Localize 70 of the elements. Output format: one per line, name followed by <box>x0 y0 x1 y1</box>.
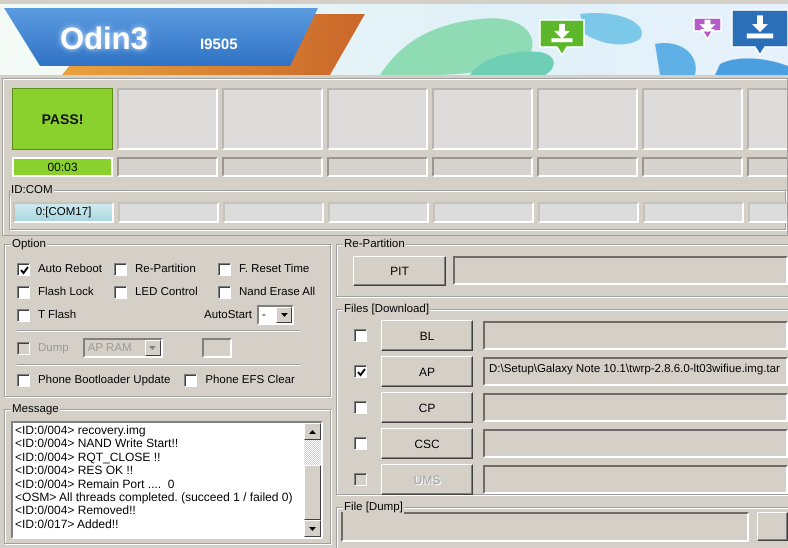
com-port-cell: 0:[COM17] <box>13 202 114 223</box>
caret-icon <box>149 346 156 350</box>
checkbox[interactable] <box>17 286 30 298</box>
autostart-label: AutoStart <box>204 308 252 322</box>
checkbox-label: LED Control <box>135 285 198 299</box>
model-label: I9505 <box>200 36 238 54</box>
log-line: <OSM> All threads completed. (succeed 1 / failed 0) <box>15 491 294 504</box>
checkbox-label: Phone Bootloader Update <box>38 373 170 387</box>
checkbox[interactable] <box>354 437 367 450</box>
checkbox[interactable] <box>17 308 30 322</box>
arrow-up-icon <box>309 430 316 434</box>
file-path-field[interactable] <box>483 465 788 494</box>
group-title: ID:COM <box>10 183 54 197</box>
download-icon <box>730 8 788 57</box>
checkbox[interactable] <box>184 374 198 386</box>
file-path-field[interactable] <box>483 321 788 350</box>
pit-file-field[interactable] <box>453 256 788 285</box>
log-line: <ID:0/004> Removed!! <box>15 504 136 518</box>
dump-button[interactable] <box>757 512 788 541</box>
checkbox-label: Dump <box>38 341 69 355</box>
checkbox[interactable] <box>218 262 231 276</box>
autostart-dropdown[interactable]: - <box>257 305 294 325</box>
log-line: <ID:0/004> RQT_CLOSE !! <box>15 450 162 464</box>
pit-button[interactable]: PIT <box>353 256 446 286</box>
download-icon <box>692 16 723 41</box>
group-title: Option <box>11 237 47 251</box>
scroll-up-button[interactable] <box>304 423 321 440</box>
file-path-field[interactable] <box>483 393 788 422</box>
file-button[interactable]: AP <box>381 356 473 387</box>
checkbox-label: Auto Reboot <box>38 262 102 276</box>
scrollbar-thumb[interactable] <box>304 465 321 520</box>
checkbox[interactable] <box>17 374 30 386</box>
file-path-field[interactable]: D:\Setup\Galaxy Note 10.1\twrp-2.8.6.0-lt03wifiue.img.tar <box>483 357 788 386</box>
log-line: <ID:0/004> RES OK !! <box>15 464 134 478</box>
timer-cell: 00:03 <box>12 157 113 177</box>
checkbox-label: Nand Erase All <box>239 285 316 299</box>
file-button[interactable]: BL <box>381 320 473 351</box>
checkbox-label: Flash Lock <box>38 285 94 299</box>
log-line: <ID:0/017> Added!! <box>15 518 120 532</box>
group-title: Message <box>11 402 60 416</box>
status-cell: PASS! <box>12 88 113 150</box>
checkbox[interactable] <box>218 286 231 298</box>
checkbox-label: Re-Partition <box>135 262 196 276</box>
group-title: Files [Download] <box>343 302 430 316</box>
app-title: Odin3 <box>60 21 148 57</box>
file-path-field[interactable] <box>483 429 788 458</box>
checkbox-label: F. Reset Time <box>239 262 310 276</box>
timer-cell <box>747 157 787 177</box>
checkbox-label: Phone EFS Clear <box>205 373 295 387</box>
log-line: <ID:0/004> NAND Write Start!! <box>15 437 180 451</box>
group-title: File [Dump] <box>343 500 404 514</box>
dump-file-field[interactable] <box>341 512 749 542</box>
checkbox[interactable] <box>354 401 367 414</box>
log-line: <ID:0/004> recovery.img <box>15 424 147 438</box>
file-button[interactable]: CSC <box>381 428 473 459</box>
caret-icon <box>280 313 288 317</box>
status-cell <box>747 88 787 150</box>
file-button[interactable]: CP <box>381 392 473 423</box>
checkbox[interactable] <box>114 262 127 276</box>
caret-icon <box>309 526 316 530</box>
download-icon <box>538 18 586 57</box>
dump-field[interactable] <box>202 338 232 358</box>
checkbox[interactable] <box>354 329 367 342</box>
checkbox-label: T Flash <box>38 308 76 322</box>
scroll-down-button[interactable] <box>304 520 321 537</box>
checkbox[interactable] <box>114 286 127 298</box>
checkbox[interactable] <box>354 365 367 378</box>
checkbox[interactable] <box>17 262 30 276</box>
com-port-cell <box>748 202 787 223</box>
log-line: <ID:0/004> Remain Port .... 0 <box>15 478 176 492</box>
